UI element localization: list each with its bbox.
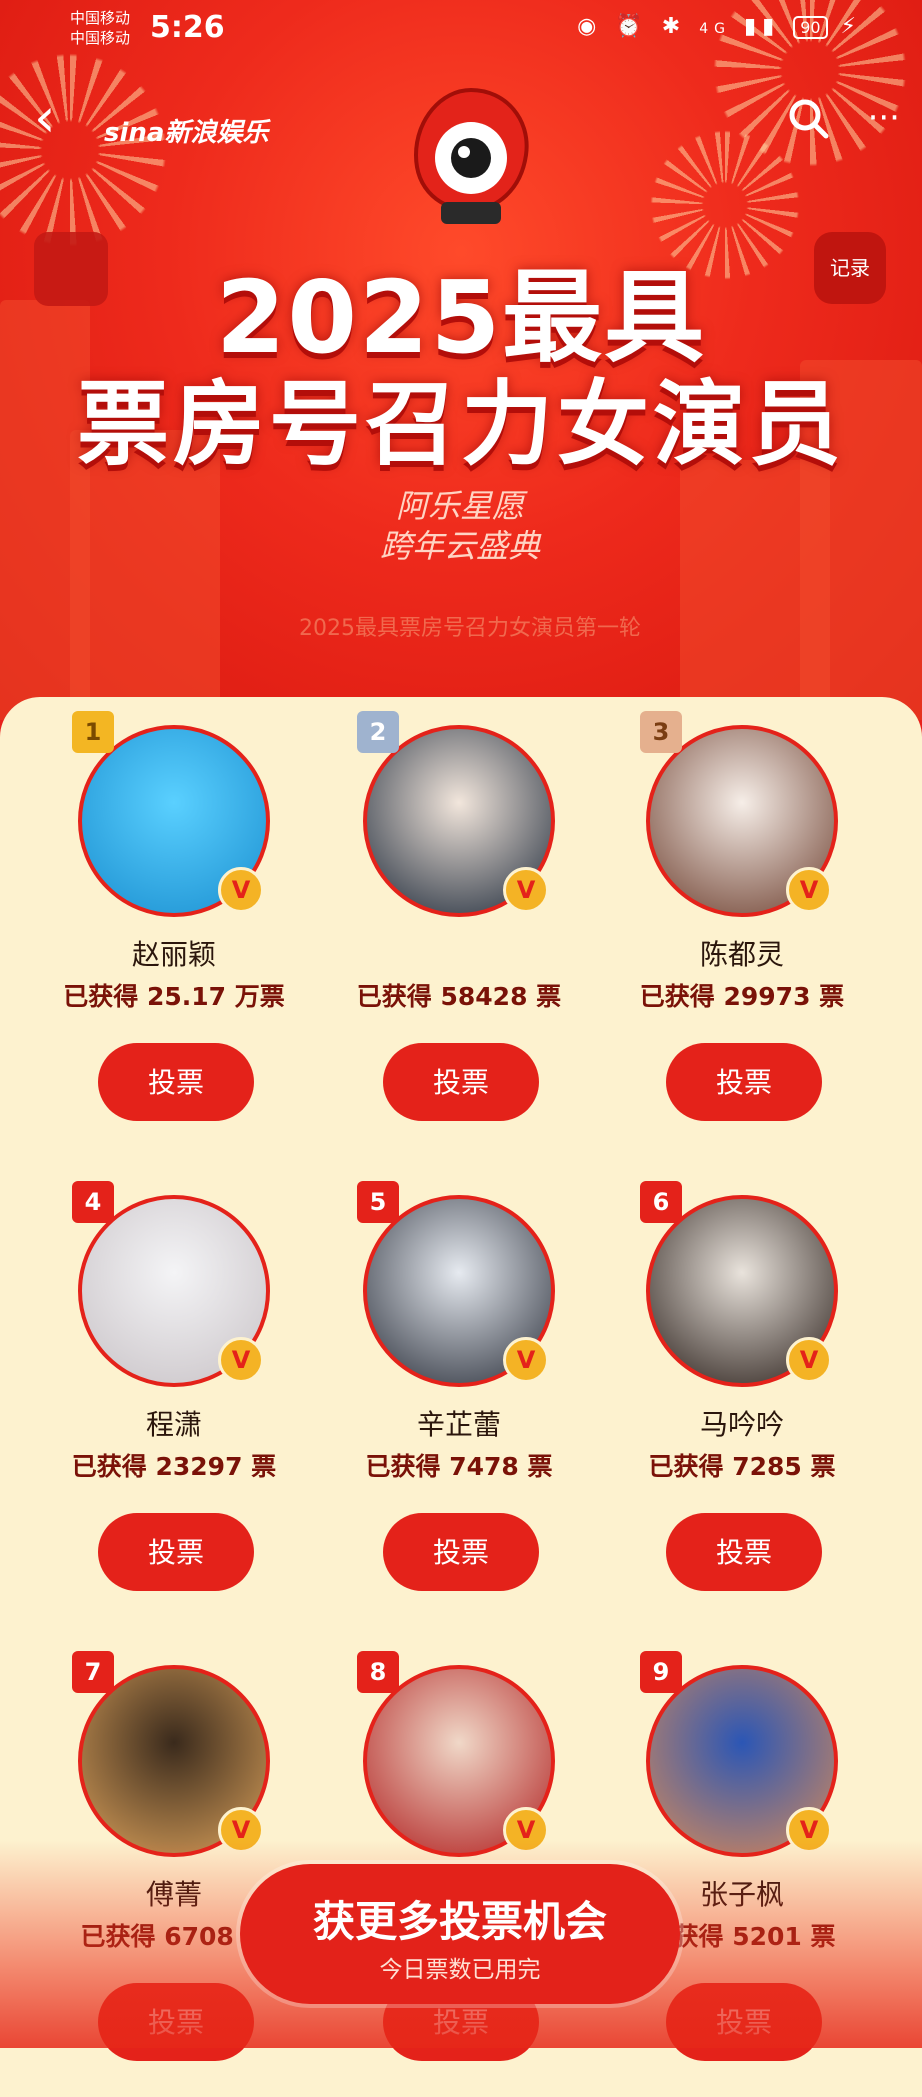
brand-logo: sina新浪娱乐 — [104, 118, 269, 148]
carrier-labels: 中国移动 中国移动 — [70, 8, 130, 48]
event-subtitle: 阿乐星愿 跨年云盛典 — [340, 486, 580, 566]
candidate-avatar-frame: 9V — [640, 1651, 838, 1857]
eye-icon: ◉ — [577, 14, 603, 39]
vote-button[interactable]: 投票 — [383, 1513, 539, 1591]
search-icon[interactable] — [786, 96, 830, 140]
scrolling-notice: 2025最具票房号召力女演员第一轮 — [299, 616, 641, 641]
firework-decoration — [0, 40, 180, 260]
candidate-avatar-frame: 7V — [72, 1651, 270, 1857]
subtitle-line-1: 阿乐星愿 — [395, 487, 524, 525]
back-button[interactable]: ‹ — [34, 88, 74, 148]
candidate-avatar-frame: 1V — [72, 711, 270, 917]
candidate-card: 5 V 辛芷蕾 已获得 7478 票投票 — [285, 1167, 585, 1627]
status-bar: 中国移动 中国移动 5:26 ◉ ⏰ ✱ 4G ▮▮ 90 ⚡ — [0, 0, 922, 62]
candidate-card: 6 V 马吟吟 已获得 7285 票投票 — [568, 1167, 868, 1627]
rank-badge: 6 — [640, 1181, 682, 1223]
verified-icon: V — [503, 1337, 549, 1383]
candidate-card: 3 V 陈都灵 已获得 29973 票投票 — [568, 697, 868, 1157]
candidate-avatar-frame: 4V — [72, 1181, 270, 1387]
candidate-card: 4 V 程潇 已获得 23297 票投票 — [0, 1167, 300, 1627]
battery-indicator: 90 — [793, 15, 828, 39]
vote-button[interactable]: 投票 — [98, 1513, 254, 1591]
candidate-avatar-frame: 3V — [640, 711, 838, 917]
verified-icon: V — [218, 1337, 264, 1383]
signal-icon: ▮▮ — [743, 14, 781, 39]
more-votes-button[interactable]: 获更多投票机会 今日票数已用完 — [240, 1864, 680, 2004]
candidate-avatar-frame: 2V — [357, 711, 555, 917]
verified-icon: V — [218, 867, 264, 913]
candidate-name: 马吟吟 — [699, 1408, 784, 1441]
vote-button[interactable]: 投票 — [666, 1513, 822, 1591]
rank-badge: 2 — [357, 711, 399, 753]
charging-icon: ⚡ — [840, 14, 862, 39]
more-options-icon[interactable]: ··· — [868, 96, 900, 140]
vote-button[interactable]: 投票 — [98, 1043, 254, 1121]
network-label: 4G — [699, 21, 731, 37]
candidate-avatar-frame: 6V — [640, 1181, 838, 1387]
alarm-icon: ⏰ — [615, 14, 649, 39]
rank-badge: 4 — [72, 1181, 114, 1223]
vote-count: 已获得 7285 票 — [648, 1452, 836, 1481]
candidate-card: 1 V 赵丽颖 已获得 25.17 万票 投票 — [0, 697, 300, 1157]
verified-icon: V — [786, 1337, 832, 1383]
verified-icon: V — [503, 867, 549, 913]
building-decoration — [680, 460, 830, 720]
vote-count: 已获得 29973 票 — [639, 982, 845, 1011]
subtitle-line-2: 跨年云盛典 — [379, 527, 540, 565]
vote-button[interactable]: 投票 — [666, 1043, 822, 1121]
candidate-avatar-frame: 8V — [357, 1651, 555, 1857]
rank-badge: 5 — [357, 1181, 399, 1223]
weibo-eye-mascot — [413, 87, 529, 224]
candidate-card: 2 V 已获得 58428 票投票 — [285, 697, 585, 1157]
bluetooth-icon: ✱ — [661, 14, 687, 39]
more-votes-label: 获更多投票机会 — [312, 1897, 607, 1946]
rank-badge: 3 — [640, 711, 682, 753]
candidate-name: 陈都灵 — [699, 938, 784, 971]
verified-icon: V — [786, 867, 832, 913]
rank-badge: 9 — [640, 1651, 682, 1693]
rank-badge: 8 — [357, 1651, 399, 1693]
carrier-1: 中国移动 — [70, 9, 131, 27]
title-line-2: 票房号召力女演员 — [76, 371, 845, 478]
status-icons: ◉ ⏰ ✱ 4G ▮▮ 90 ⚡ — [577, 14, 862, 39]
candidate-avatar-frame: 5V — [357, 1181, 555, 1387]
rank-badge: 7 — [72, 1651, 114, 1693]
carrier-2: 中国移动 — [70, 29, 131, 47]
rank-badge: 1 — [72, 711, 114, 753]
votes-used-notice: 今日票数已用完 — [379, 1957, 541, 1983]
clock: 5:26 — [150, 10, 225, 45]
vote-button[interactable]: 投票 — [383, 1043, 539, 1121]
